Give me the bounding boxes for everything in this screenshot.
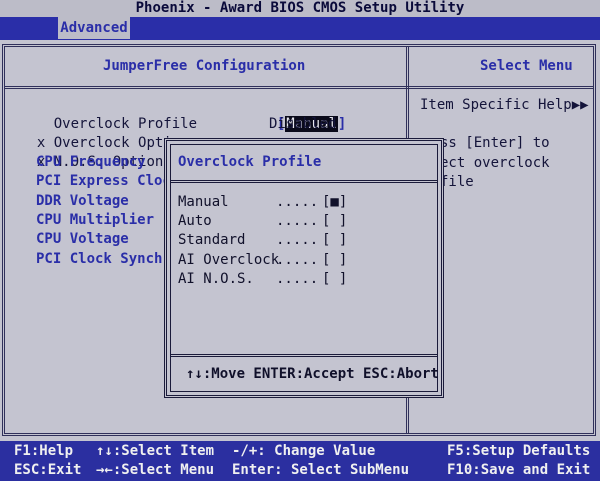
option-dots: ..... — [276, 271, 319, 287]
setting-pci-clock-synchro[interactable]: PCI Clock Synchro — [36, 250, 179, 269]
key-f5-defaults: F5:Setup Defaults — [447, 443, 591, 459]
key-f10-save-exit: F10:Save and Exit — [447, 462, 591, 478]
option-ai-nos[interactable]: AI N.O.S. — [178, 271, 254, 287]
window-title: Phoenix - Award BIOS CMOS Setup Utility — [0, 0, 600, 17]
help-title: Item Specific Help▶▶ — [420, 97, 589, 113]
help-line-3: file — [440, 174, 474, 190]
option-auto[interactable]: Auto — [178, 213, 212, 229]
key-select-menu: →←:Select Menu — [96, 462, 215, 478]
option-ai-overclock[interactable]: AI Overclock — [178, 252, 279, 268]
help-header: Select Menu — [480, 58, 573, 74]
option-manual[interactable]: Manual — [178, 194, 229, 210]
dialog-footer-divider — [170, 354, 438, 357]
option-ai-overclock-checkbox[interactable]: [ ] — [322, 252, 347, 268]
header-divider — [4, 86, 594, 89]
setting-cpu-voltage[interactable]: CPU Voltage — [36, 230, 129, 249]
option-manual-checkbox[interactable]: [■] — [322, 194, 347, 210]
key-select-submenu: Enter: Select SubMenu — [232, 462, 410, 478]
option-dots: ..... — [276, 252, 319, 268]
key-change-value: -/+: Change Value — [232, 443, 376, 459]
setting-ddr-voltage[interactable]: DDR Voltage — [36, 192, 129, 211]
help-line-2: ect overclock — [440, 155, 550, 171]
overclock-options-value: Disabled — [269, 116, 337, 132]
help-line-1: ss [Enter] to — [440, 135, 550, 151]
dialog-key-hints: ↑↓:Move ENTER:Accept ESC:Abort — [186, 366, 439, 382]
option-ai-nos-checkbox[interactable]: [ ] — [322, 271, 347, 287]
key-f1-help: F1:Help — [14, 443, 74, 459]
option-standard[interactable]: Standard — [178, 232, 245, 248]
option-dots: ..... — [276, 194, 319, 210]
key-esc-exit: ESC:Exit — [14, 462, 82, 478]
setting-pci-express-clock[interactable]: PCI Express Clock — [36, 172, 179, 191]
section-title: JumperFree Configuration — [103, 58, 306, 74]
dialog-title-divider — [170, 180, 438, 183]
option-auto-checkbox[interactable]: [ ] — [322, 213, 347, 229]
tab-advanced[interactable]: Advanced — [58, 17, 130, 39]
key-select-item: ↑↓:Select Item — [96, 443, 215, 459]
option-standard-checkbox[interactable]: [ ] — [322, 232, 347, 248]
setting-cpu-frequency[interactable]: CPU Frequency — [36, 153, 146, 172]
setting-cpu-multiplier[interactable]: CPU Multiplier — [36, 211, 154, 230]
option-dots: ..... — [276, 232, 319, 248]
dialog-title: Overclock Profile — [178, 154, 322, 170]
option-dots: ..... — [276, 213, 319, 229]
